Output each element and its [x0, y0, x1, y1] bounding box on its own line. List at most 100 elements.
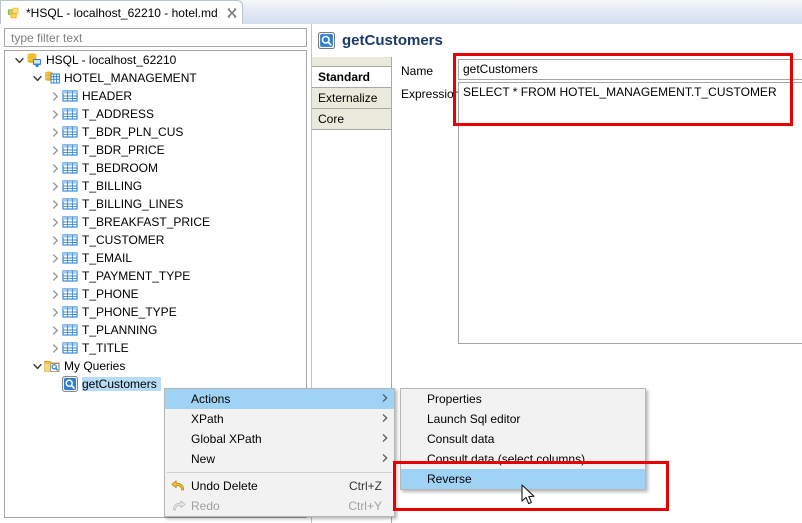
submenu-item-label: Consult data	[427, 432, 495, 446]
tree-item-label: T_BDR_PLN_CUS	[82, 125, 184, 139]
table-icon	[62, 214, 78, 230]
menu-item-icon-slot	[165, 429, 191, 449]
chevron-right-icon[interactable]	[49, 180, 62, 193]
table-icon	[62, 88, 78, 104]
chevron-down-icon[interactable]	[31, 72, 44, 85]
tree-item-label: T_BILLING	[82, 179, 143, 193]
menu-item-global-xpath[interactable]: Global XPath	[165, 429, 394, 449]
submenu-item-consult-data-select-columns[interactable]: Consult data (select columns)	[401, 449, 645, 469]
tree-item-hsql-localhost-62210[interactable]: HSQL - localhost_62210	[5, 51, 306, 69]
chevron-right-icon[interactable]	[49, 216, 62, 229]
chevron-right-icon[interactable]	[49, 198, 62, 211]
submenu-item-properties[interactable]: Properties	[401, 389, 645, 409]
menu-item-icon-slot	[165, 409, 191, 429]
chevron-down-icon[interactable]	[31, 360, 44, 373]
submenu-item-reverse[interactable]: Reverse	[401, 469, 645, 489]
tree-item-t-billing-lines[interactable]: T_BILLING_LINES	[5, 195, 306, 213]
tree-item-t-title[interactable]: T_TITLE	[5, 339, 306, 357]
tree-item-t-phone-type[interactable]: T_PHONE_TYPE	[5, 303, 306, 321]
tree-item-t-payment-type[interactable]: T_PAYMENT_TYPE	[5, 267, 306, 285]
tab-label: Core	[318, 112, 345, 126]
expression-input[interactable]: SELECT * FROM HOTEL_MANAGEMENT.T_CUSTOME…	[458, 82, 802, 344]
chevron-right-icon[interactable]	[49, 144, 62, 157]
chevron-right-icon[interactable]	[49, 90, 62, 103]
tree-item-label: T_EMAIL	[82, 251, 133, 265]
table-icon	[62, 250, 78, 266]
chevron-right-icon[interactable]	[49, 108, 62, 121]
chevron-right-icon[interactable]	[49, 270, 62, 283]
menu-item-shortcut: Ctrl+Y	[348, 499, 382, 513]
chevron-right-icon[interactable]	[49, 288, 62, 301]
filter-input[interactable]: type filter text	[4, 28, 307, 47]
tree-item-header[interactable]: HEADER	[5, 87, 306, 105]
submenu-item-label: Properties	[427, 392, 482, 406]
chevron-right-icon[interactable]	[49, 252, 62, 265]
tab-label: Externalize	[318, 91, 378, 105]
menu-item-shortcut: Ctrl+Z	[349, 479, 382, 493]
chevron-right-icon[interactable]	[49, 234, 62, 247]
tab-standard[interactable]: Standard	[312, 67, 391, 88]
menu-item-label: Global XPath	[191, 432, 262, 446]
table-icon	[62, 304, 78, 320]
chevron-right-icon[interactable]	[49, 306, 62, 319]
table-icon	[62, 286, 78, 302]
tree-item-my-queries[interactable]: My Queries	[5, 357, 306, 375]
tree-item-label: T_PHONE	[82, 287, 139, 301]
menu-item-new[interactable]: New	[165, 449, 394, 469]
tree-item-t-address[interactable]: T_ADDRESS	[5, 105, 306, 123]
query-icon	[318, 32, 335, 49]
name-label: Name	[401, 64, 434, 78]
close-icon[interactable]	[226, 7, 238, 19]
tree-item-label: T_TITLE	[82, 341, 129, 355]
tree-item-t-breakfast-price[interactable]: T_BREAKFAST_PRICE	[5, 213, 306, 231]
chevron-right-icon[interactable]	[49, 324, 62, 337]
tree-item-t-email[interactable]: T_EMAIL	[5, 249, 306, 267]
context-menu[interactable]: Actions XPath Global XPath New Undo Delete Ct…	[164, 388, 395, 517]
menu-item-label: Undo Delete	[191, 479, 258, 493]
tree-item-t-bdr-price[interactable]: T_BDR_PRICE	[5, 141, 306, 159]
tab-externalize[interactable]: Externalize	[312, 88, 391, 109]
editor-tab-bar: *HSQL - localhost_62210 - hotel.md	[0, 0, 802, 25]
chevron-right-icon[interactable]	[49, 162, 62, 175]
tree-item-label: HEADER	[82, 89, 133, 103]
actions-submenu[interactable]: Properties Launch Sql editor Consult data C…	[400, 388, 646, 490]
tree-item-t-phone[interactable]: T_PHONE	[5, 285, 306, 303]
chevron-right-icon[interactable]	[49, 126, 62, 139]
tree-item-t-bedroom[interactable]: T_BEDROOM	[5, 159, 306, 177]
chevron-down-icon[interactable]	[13, 54, 26, 67]
chevron-right-icon	[376, 413, 394, 426]
menu-item-label: New	[191, 452, 216, 466]
menu-item-icon-slot	[165, 389, 191, 409]
query-folder-icon	[44, 358, 60, 374]
menu-item-undo-delete[interactable]: Undo Delete Ctrl+Z	[165, 476, 394, 496]
tree-item-label: T_BILLING_LINES	[82, 197, 184, 211]
tree-item-t-customer[interactable]: T_CUSTOMER	[5, 231, 306, 249]
tree-item-label: T_BDR_PRICE	[82, 143, 165, 157]
chevron-right-icon[interactable]	[49, 342, 62, 355]
application-window: *HSQL - localhost_62210 - hotel.md type …	[0, 0, 802, 523]
tree-item-hotel-management[interactable]: HOTEL_MANAGEMENT	[5, 69, 306, 87]
redo-icon	[165, 496, 191, 516]
filter-placeholder: type filter text	[11, 30, 83, 45]
expression-value: SELECT * FROM HOTEL_MANAGEMENT.T_CUSTOME…	[463, 85, 777, 99]
table-icon	[62, 340, 78, 356]
submenu-item-launch-sql-editor[interactable]: Launch Sql editor	[401, 409, 645, 429]
expression-label: Expression	[401, 87, 461, 101]
name-input[interactable]: getCustomers	[458, 59, 802, 80]
menu-item-icon-slot	[165, 449, 191, 469]
menu-item-actions[interactable]: Actions	[165, 389, 394, 409]
tab-core[interactable]: Core	[312, 109, 391, 130]
tree-item-t-planning[interactable]: T_PLANNING	[5, 321, 306, 339]
table-icon	[62, 106, 78, 122]
menu-item-xpath[interactable]: XPath	[165, 409, 394, 429]
menu-item-label: Actions	[191, 392, 231, 406]
database-server-icon	[26, 52, 42, 68]
tree-item-t-billing[interactable]: T_BILLING	[5, 177, 306, 195]
tree-item-t-bdr-pln-cus[interactable]: T_BDR_PLN_CUS	[5, 123, 306, 141]
submenu-item-consult-data[interactable]: Consult data	[401, 429, 645, 449]
tree-item-label: getCustomers	[82, 377, 161, 391]
database-schema-icon	[44, 70, 60, 86]
editor-tab-hotel-md[interactable]: *HSQL - localhost_62210 - hotel.md	[0, 0, 243, 24]
tree-item-label: HOTEL_MANAGEMENT	[64, 71, 197, 85]
